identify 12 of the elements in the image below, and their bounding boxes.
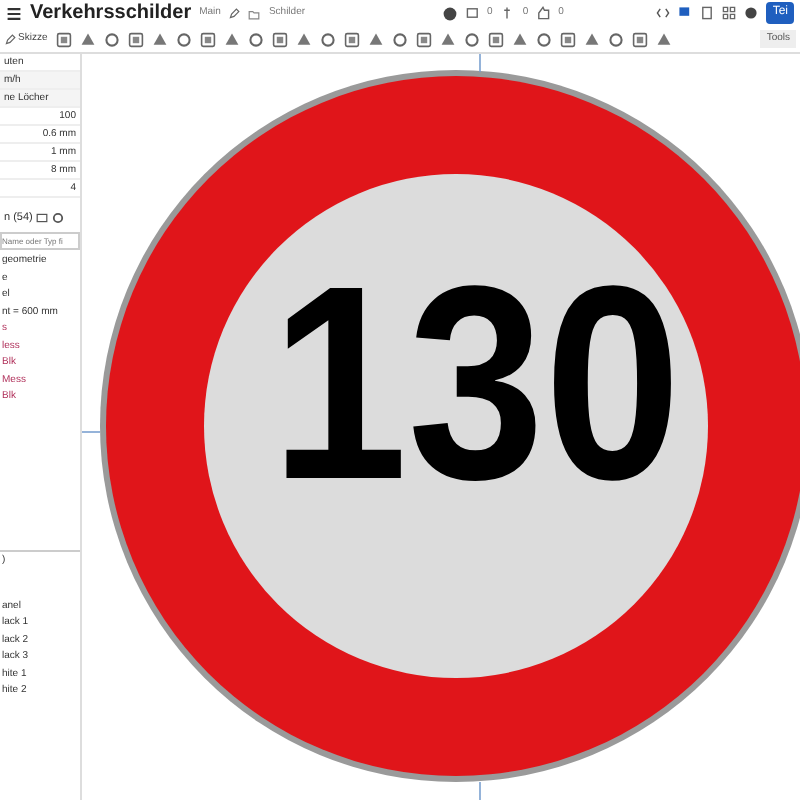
speed-limit-number: 130 — [271, 230, 732, 538]
vertical-axis-line — [479, 781, 481, 800]
pencil-icon[interactable] — [228, 7, 241, 19]
document-icon[interactable] — [700, 6, 715, 20]
document-title: Verkehrsschilder — [30, 0, 192, 28]
code-icon[interactable] — [656, 6, 671, 20]
folder-icon[interactable] — [248, 7, 261, 19]
vertical-axis-line — [479, 54, 481, 73]
pencil-icon — [4, 33, 16, 45]
horizontal-axis-line — [82, 431, 101, 433]
menu-icon[interactable] — [6, 5, 22, 21]
grid-icon[interactable] — [722, 6, 737, 20]
